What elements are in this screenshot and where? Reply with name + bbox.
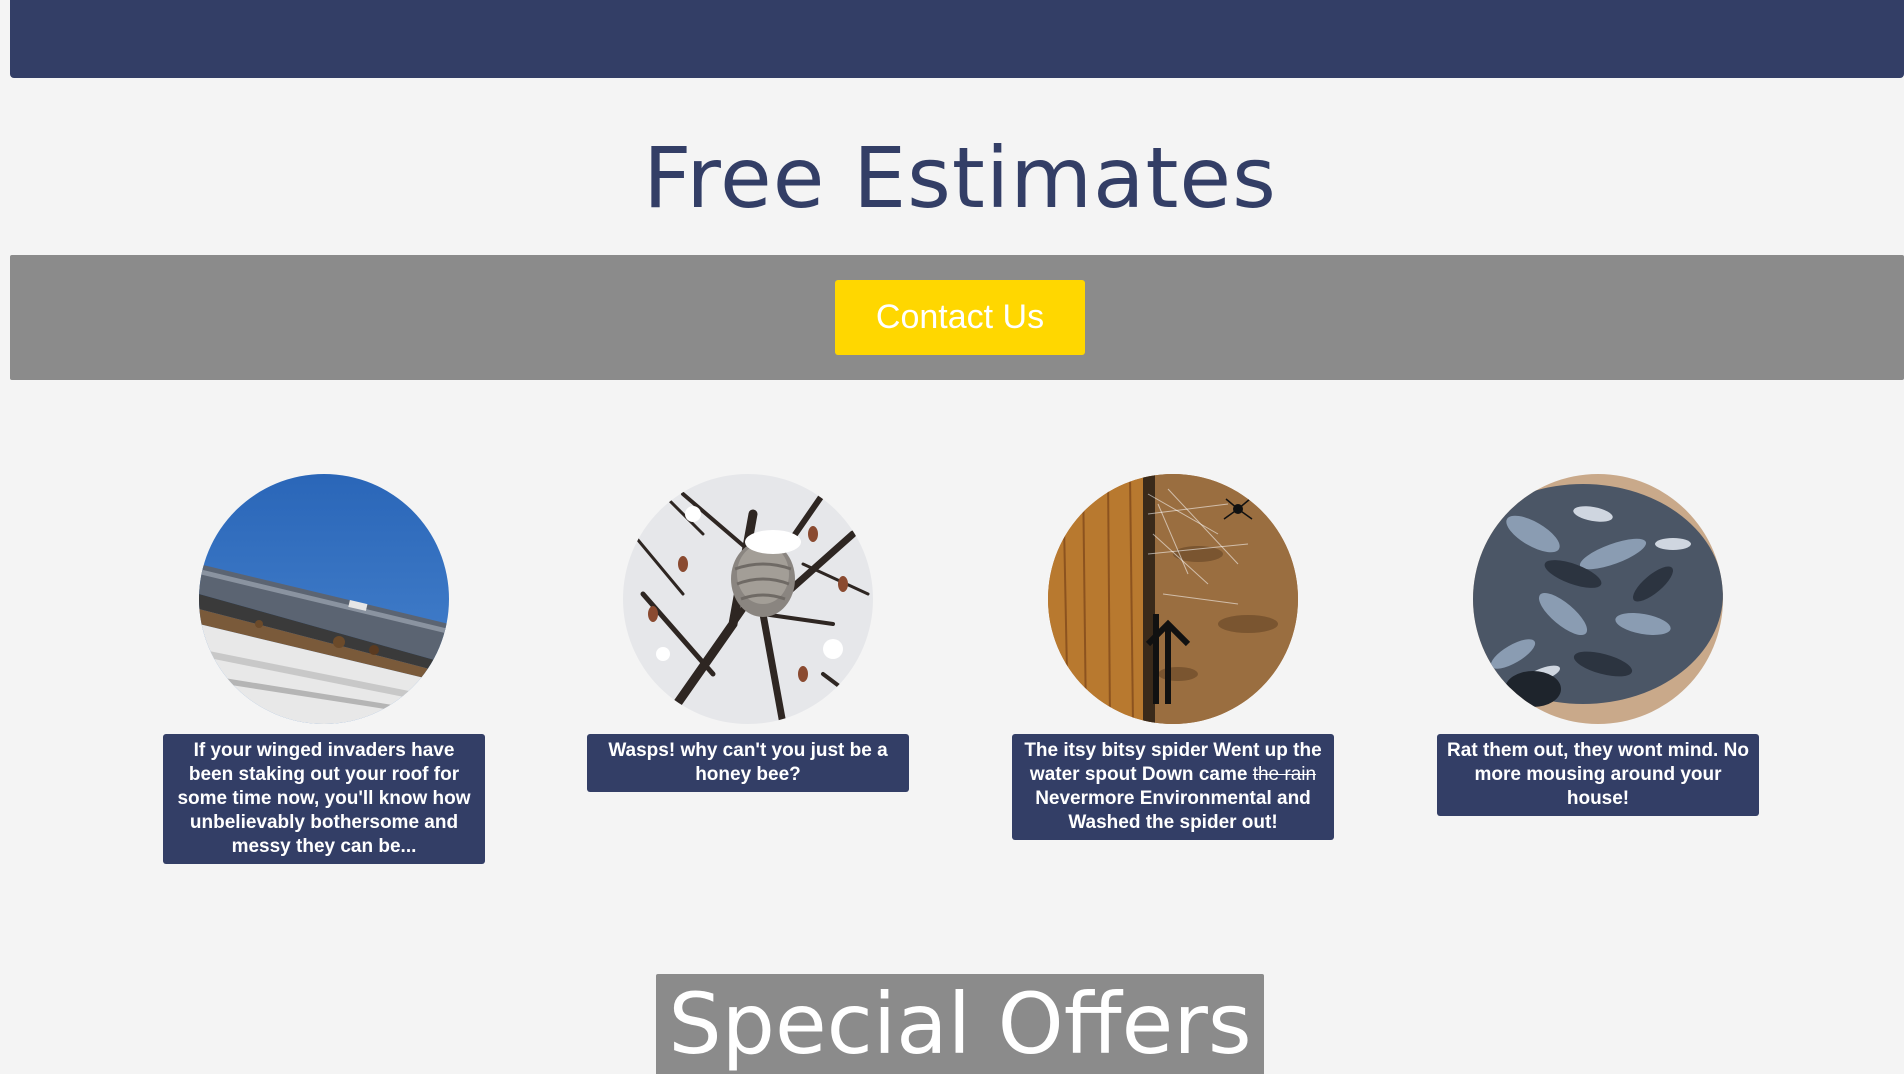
card-caption: Rat them out, they wont mind. No more mo…: [1437, 734, 1759, 816]
rat-fur-photo: [1473, 474, 1723, 724]
roof-gutter-photo: [199, 474, 449, 724]
page-title: Free Estimates: [643, 129, 1277, 227]
service-card-spiders: The itsy bitsy spider Went up the water …: [1012, 474, 1334, 840]
spider-web-photo: [1048, 474, 1298, 724]
wasp-nest-photo: [623, 474, 873, 724]
special-offers-heading: Special Offers: [656, 974, 1264, 1074]
card-caption: If your winged invaders have been stakin…: [163, 734, 485, 864]
service-card-birds: If your winged invaders have been stakin…: [163, 474, 485, 864]
service-card-rodents: Rat them out, they wont mind. No more mo…: [1437, 474, 1759, 816]
caption-struck-text: the rain: [1252, 764, 1317, 785]
contact-us-button[interactable]: Contact Us: [835, 280, 1085, 355]
card-caption: The itsy bitsy spider Went up the water …: [1012, 734, 1334, 840]
service-card-wasps: Wasps! why can't you just be a honey bee…: [587, 474, 909, 792]
card-caption: Wasps! why can't you just be a honey bee…: [587, 734, 909, 792]
top-header-bar: [10, 0, 1904, 78]
caption-text-after: Nevermore Environmental and Washed the s…: [1035, 788, 1311, 833]
